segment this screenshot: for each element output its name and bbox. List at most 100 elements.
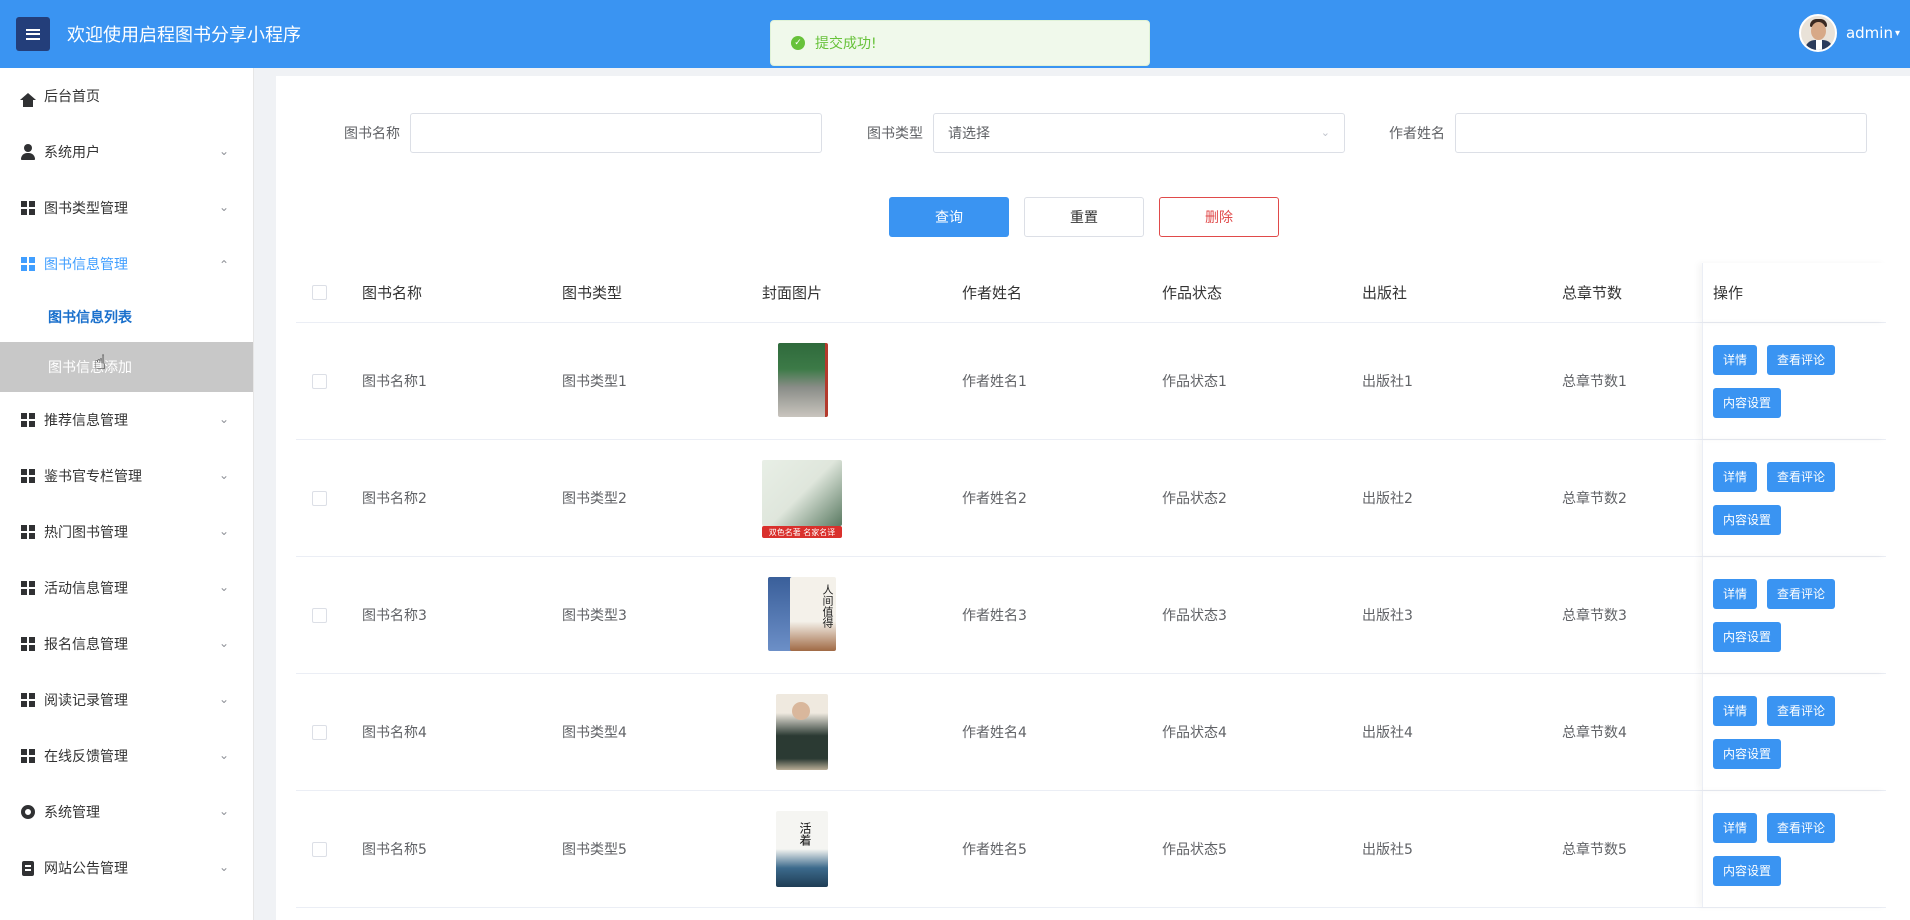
sidebar-item-registrations[interactable]: 报名信息管理 ⌄ <box>0 616 253 672</box>
cell-book-name: 图书名称3 <box>362 608 427 624</box>
column-header: 作品状态 <box>1162 284 1223 302</box>
sidebar-item-system-settings[interactable]: 系统管理 ⌄ <box>0 784 253 840</box>
cell-chapters: 总章节数2 <box>1562 491 1627 507</box>
sidebar-item-feedback[interactable]: 在线反馈管理 ⌄ <box>0 728 253 784</box>
cell-publisher: 出版社2 <box>1362 491 1413 507</box>
column-header: 操作 <box>1702 263 1886 322</box>
table-row: 图书名称2 图书类型2 双色名著 名家名译 作者姓名2 作品状态2 出版社2 总… <box>296 440 1886 557</box>
sidebar-item-home[interactable]: 后台首页 <box>0 68 253 124</box>
delete-button[interactable]: 删除 <box>1159 197 1279 237</box>
detail-button[interactable]: 详情 <box>1713 344 1758 375</box>
view-comments-button[interactable]: 查看评论 <box>1767 344 1836 375</box>
cell-author: 作者姓名5 <box>962 842 1027 858</box>
detail-button[interactable]: 详情 <box>1713 578 1758 609</box>
reset-button[interactable]: 重置 <box>1024 197 1144 237</box>
sidebar-item-recommend[interactable]: 推荐信息管理 ⌄ <box>0 392 253 448</box>
filter-book-name: 图书名称 <box>344 113 822 153</box>
sidebar-item-label: 报名信息管理 <box>44 637 128 653</box>
sidebar-item-label: 图书类型管理 <box>44 201 128 217</box>
grid-icon <box>20 748 36 764</box>
select-placeholder: 请选择 <box>948 126 990 142</box>
sidebar-item-announcements[interactable]: 网站公告管理 ⌄ <box>0 840 253 896</box>
sidebar-item-label: 推荐信息管理 <box>44 413 128 429</box>
content-settings-button[interactable]: 内容设置 <box>1713 738 1782 769</box>
cell-status: 作品状态3 <box>1162 608 1227 624</box>
cell-author: 作者姓名1 <box>962 374 1027 390</box>
hamburger-menu-button[interactable] <box>16 17 50 51</box>
cell-status: 作品状态5 <box>1162 842 1227 858</box>
cover-title: 活着 <box>798 822 812 846</box>
book-name-input[interactable] <box>410 113 822 153</box>
grid-icon <box>20 412 36 428</box>
view-comments-button[interactable]: 查看评论 <box>1767 695 1836 726</box>
sidebar-subitem-book-list[interactable]: 图书信息列表 <box>0 292 253 342</box>
column-header: 总章节数 <box>1562 284 1623 302</box>
view-comments-button[interactable]: 查看评论 <box>1767 578 1836 609</box>
select-all-checkbox[interactable] <box>312 285 327 300</box>
home-icon <box>20 88 36 107</box>
table-row: 图书名称1 图书类型1 作者姓名1 作品状态1 出版社1 总章节数1 详情 查看… <box>296 323 1886 440</box>
sidebar-item-reviewer-column[interactable]: 鉴书官专栏管理 ⌄ <box>0 448 253 504</box>
grid-icon <box>20 692 36 708</box>
sidebar-item-system-users[interactable]: 系统用户 ⌄ <box>0 124 253 180</box>
book-cover-image <box>762 692 842 772</box>
content-settings-button[interactable]: 内容设置 <box>1713 504 1782 535</box>
cell-book-type: 图书类型4 <box>562 725 627 741</box>
row-checkbox[interactable] <box>312 724 327 740</box>
column-header: 图书类型 <box>562 284 623 302</box>
sidebar-subitem-book-add[interactable]: 图书信息添加 ☝ <box>0 342 253 392</box>
chevron-down-icon: ▾ <box>1894 27 1900 39</box>
row-checkbox[interactable] <box>312 841 327 857</box>
chevron-down-icon: ⌄ <box>218 524 229 538</box>
sidebar-item-label: 阅读记录管理 <box>44 693 128 709</box>
chevron-down-icon: ⌄ <box>218 636 229 650</box>
content-settings-button[interactable]: 内容设置 <box>1713 855 1782 886</box>
sidebar-item-label: 后台首页 <box>44 89 100 105</box>
row-checkbox[interactable] <box>312 607 327 623</box>
cell-book-name: 图书名称2 <box>362 491 427 507</box>
table-row: 图书名称4 图书类型4 作者姓名4 作品状态4 出版社4 总章节数4 详情 查看… <box>296 674 1886 791</box>
content-settings-button[interactable]: 内容设置 <box>1713 387 1782 418</box>
sidebar-item-reading-records[interactable]: 阅读记录管理 ⌄ <box>0 672 253 728</box>
cell-chapters: 总章节数1 <box>1562 374 1627 390</box>
sidebar-item-book-info[interactable]: 图书信息管理 ⌃ <box>0 236 253 292</box>
row-checkbox[interactable] <box>312 373 327 389</box>
row-checkbox[interactable] <box>312 490 327 506</box>
cell-author: 作者姓名3 <box>962 608 1027 624</box>
grid-icon <box>20 524 36 540</box>
toast-message: 提交成功! <box>815 36 877 52</box>
book-cover-image <box>762 341 842 421</box>
user-menu[interactable]: admin ▾ <box>1798 14 1900 52</box>
sidebar-item-hot-books[interactable]: 热门图书管理 ⌄ <box>0 504 253 560</box>
grid-icon <box>20 468 36 484</box>
content-settings-button[interactable]: 内容设置 <box>1713 621 1782 652</box>
cell-author: 作者姓名4 <box>962 725 1027 741</box>
avatar <box>1798 14 1837 52</box>
chevron-down-icon: ⌄ <box>218 748 229 762</box>
cell-publisher: 出版社1 <box>1362 374 1413 390</box>
detail-button[interactable]: 详情 <box>1713 461 1758 492</box>
cell-status: 作品状态4 <box>1162 725 1227 741</box>
book-cover-image: 人间值得 <box>762 575 842 655</box>
view-comments-button[interactable]: 查看评论 <box>1767 812 1836 843</box>
sidebar-item-book-types[interactable]: 图书类型管理 ⌄ <box>0 180 253 236</box>
grid-icon <box>20 256 36 272</box>
cell-book-name: 图书名称5 <box>362 842 427 858</box>
grid-icon <box>20 200 36 216</box>
filter-book-type: 图书类型 请选择 ⌄ <box>867 113 1345 153</box>
check-circle-icon: ✓ <box>791 36 805 50</box>
cell-book-type: 图书类型3 <box>562 608 627 624</box>
sidebar-item-activities[interactable]: 活动信息管理 ⌄ <box>0 560 253 616</box>
author-input[interactable] <box>1455 113 1867 153</box>
book-type-select[interactable]: 请选择 ⌄ <box>933 113 1345 153</box>
detail-button[interactable]: 详情 <box>1713 812 1758 843</box>
gear-icon <box>20 804 36 820</box>
view-comments-button[interactable]: 查看评论 <box>1767 461 1836 492</box>
user-icon <box>20 144 36 160</box>
cell-book-type: 图书类型5 <box>562 842 627 858</box>
cell-book-type: 图书类型2 <box>562 491 627 507</box>
chevron-down-icon: ⌄ <box>218 692 229 706</box>
detail-button[interactable]: 详情 <box>1713 695 1758 726</box>
query-button[interactable]: 查询 <box>889 197 1009 237</box>
sidebar-item-label: 在线反馈管理 <box>44 749 128 765</box>
